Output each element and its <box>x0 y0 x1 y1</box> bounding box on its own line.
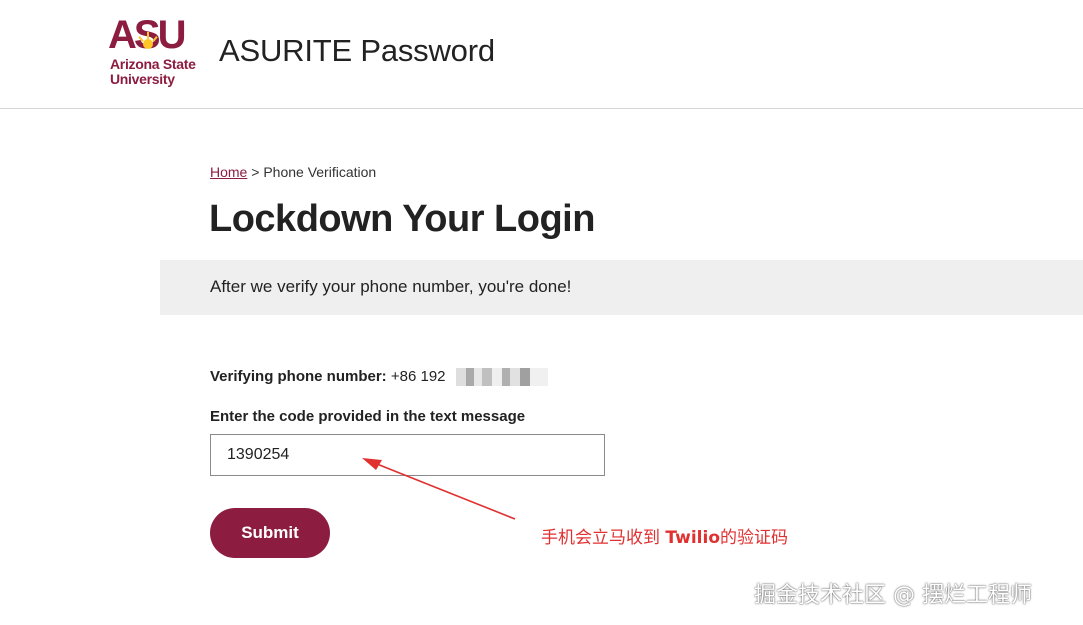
breadcrumb: Home > Phone Verification <box>210 164 376 180</box>
breadcrumb-separator: > <box>251 164 260 180</box>
verifying-phone-label: Verifying phone number: <box>210 368 387 385</box>
logo-text-line-1: Arizona State <box>110 56 196 72</box>
submit-button[interactable]: Submit <box>210 508 330 558</box>
watermark: 掘金技术社区 @ 摆烂工程师 <box>754 583 1032 608</box>
phone-number-value: +86 192 <box>390 368 446 385</box>
annotation-note: 手机会立马收到 Twilio的验证码 <box>541 523 788 548</box>
logo-text-line-2: University <box>110 71 175 87</box>
site-header: ASU Arizona State University ASURITE Pas… <box>0 0 1083 109</box>
notice-text: After we verify your phone number, you'r… <box>210 277 572 296</box>
code-field-label: Enter the code provided in the text mess… <box>210 408 526 425</box>
asu-logo[interactable]: ASU Arizona State University <box>108 14 204 90</box>
notice-bar: After we verify your phone number, you'r… <box>160 260 1083 315</box>
verification-code-input[interactable] <box>210 434 605 476</box>
asu-logo-mark: ASU <box>108 14 188 54</box>
page-title: Lockdown Your Login <box>209 198 595 240</box>
verifying-phone-line: Verifying phone number: +86 192 <box>210 368 548 387</box>
breadcrumb-current: Phone Verification <box>263 164 377 180</box>
annotation-text-before: 手机会立马收到 <box>541 528 666 548</box>
redacted-phone-digits <box>455 368 548 387</box>
annotation-text-after: 的验证码 <box>720 528 789 548</box>
annotation-text-strong: Twilio <box>665 528 721 548</box>
breadcrumb-home-link[interactable]: Home <box>210 164 247 180</box>
site-title: ASURITE Password <box>219 33 495 68</box>
